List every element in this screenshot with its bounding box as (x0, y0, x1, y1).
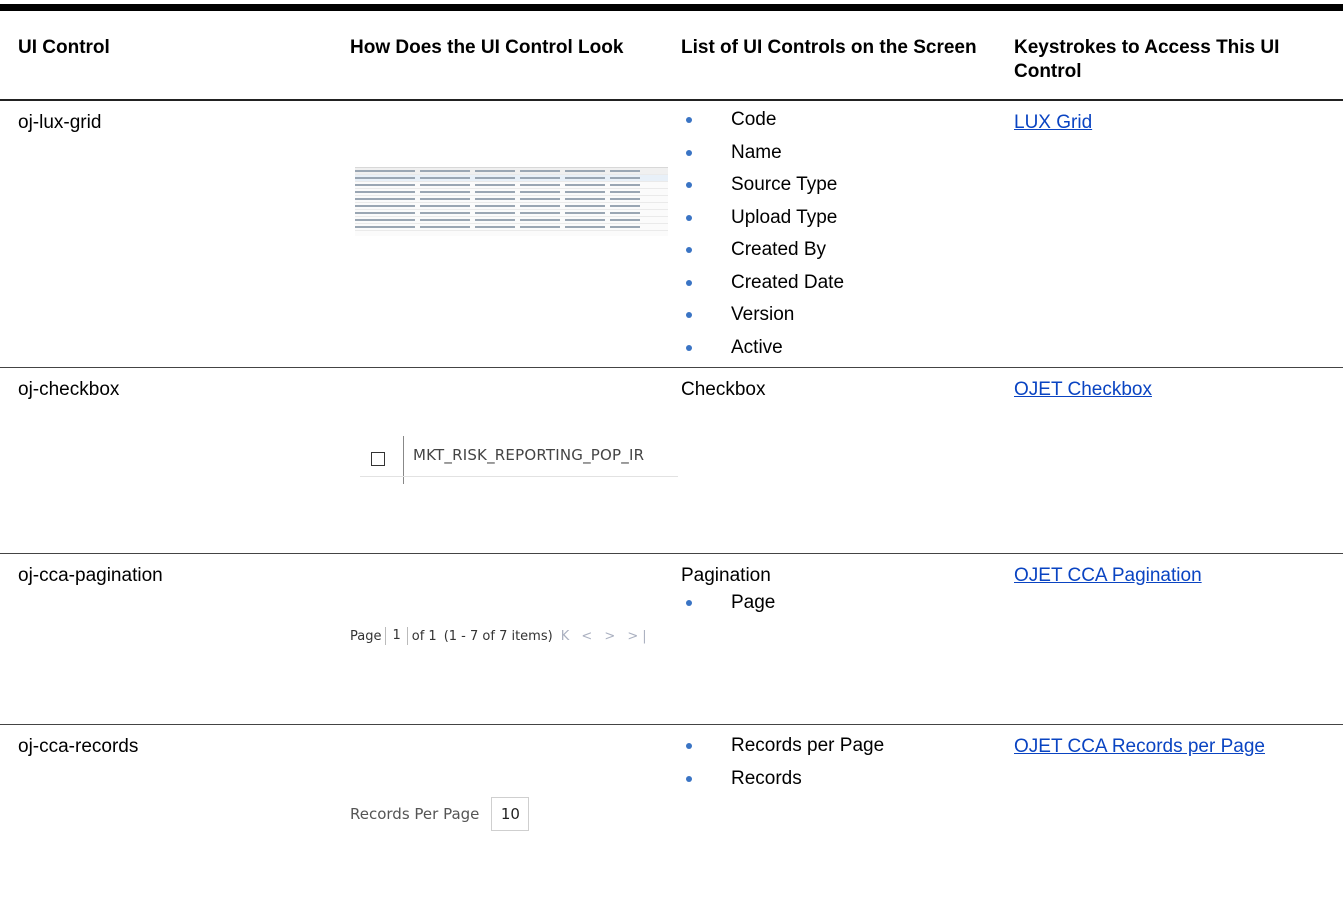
ojet-cca-pagination-link[interactable]: OJET CCA Pagination (1014, 564, 1202, 588)
control-name: oj-lux-grid (18, 112, 102, 133)
row-rule (0, 724, 1343, 725)
header-how-look: How Does the UI Control Look (350, 37, 624, 58)
list-item: Created By (681, 238, 844, 271)
records-value-box: 10 (491, 797, 530, 831)
page-of-text: of 1 (411, 628, 437, 644)
checkbox-row-label: MKT_RISK_REPORTING_POP_IR (413, 446, 645, 464)
controls-list: Page (681, 591, 775, 624)
checkbox-icon (371, 452, 385, 466)
list-item: Source Type (681, 173, 844, 206)
lux-grid-link[interactable]: LUX Grid (1014, 111, 1092, 135)
ojet-checkbox-link[interactable]: OJET Checkbox (1014, 378, 1152, 402)
controls-text: Pagination (681, 565, 771, 586)
list-item: Code (681, 108, 844, 141)
list-item: Upload Type (681, 206, 844, 239)
checkbox-preview-image: MKT_RISK_REPORTING_POP_IR (360, 436, 678, 484)
records-label: Records Per Page (350, 805, 480, 823)
list-item: Name (681, 141, 844, 174)
header-list-controls: List of UI Controls on the Screen (681, 37, 977, 58)
page-label: Page (350, 628, 382, 644)
list-item: Page (681, 591, 775, 624)
header-ui-control: UI Control (18, 37, 110, 58)
row-divider (360, 476, 678, 477)
range-text: (1 - 7 of 7 items) (443, 628, 553, 644)
pagination-nav-icons: K < > >| (560, 628, 651, 644)
control-name: oj-checkbox (18, 379, 120, 400)
ojet-cca-records-link[interactable]: OJET CCA Records per Page (1014, 735, 1265, 759)
row-rule (0, 367, 1343, 368)
lux-grid-preview-image (355, 167, 668, 236)
list-item: Version (681, 303, 844, 336)
header-rule (0, 99, 1343, 101)
list-item: Records (681, 767, 884, 800)
list-item: Records per Page (681, 734, 884, 767)
controls-text: Checkbox (681, 379, 766, 400)
records-preview-image: Records Per Page 10 (350, 797, 530, 831)
pagination-preview-image: Page 1 of 1 (1 - 7 of 7 items) K < > >| (350, 624, 651, 648)
controls-list: Records per Page Records (681, 734, 884, 799)
page-input: 1 (385, 627, 408, 645)
header-keystrokes: Keystrokes to Access This UI Control (1014, 37, 1280, 82)
control-name: oj-cca-records (18, 736, 139, 757)
list-item: Created Date (681, 271, 844, 304)
table-top-rule (0, 4, 1343, 11)
list-item: Active (681, 336, 844, 369)
row-rule (0, 553, 1343, 554)
control-name: oj-cca-pagination (18, 565, 163, 586)
controls-list: Code Name Source Type Upload Type Create… (681, 108, 844, 368)
